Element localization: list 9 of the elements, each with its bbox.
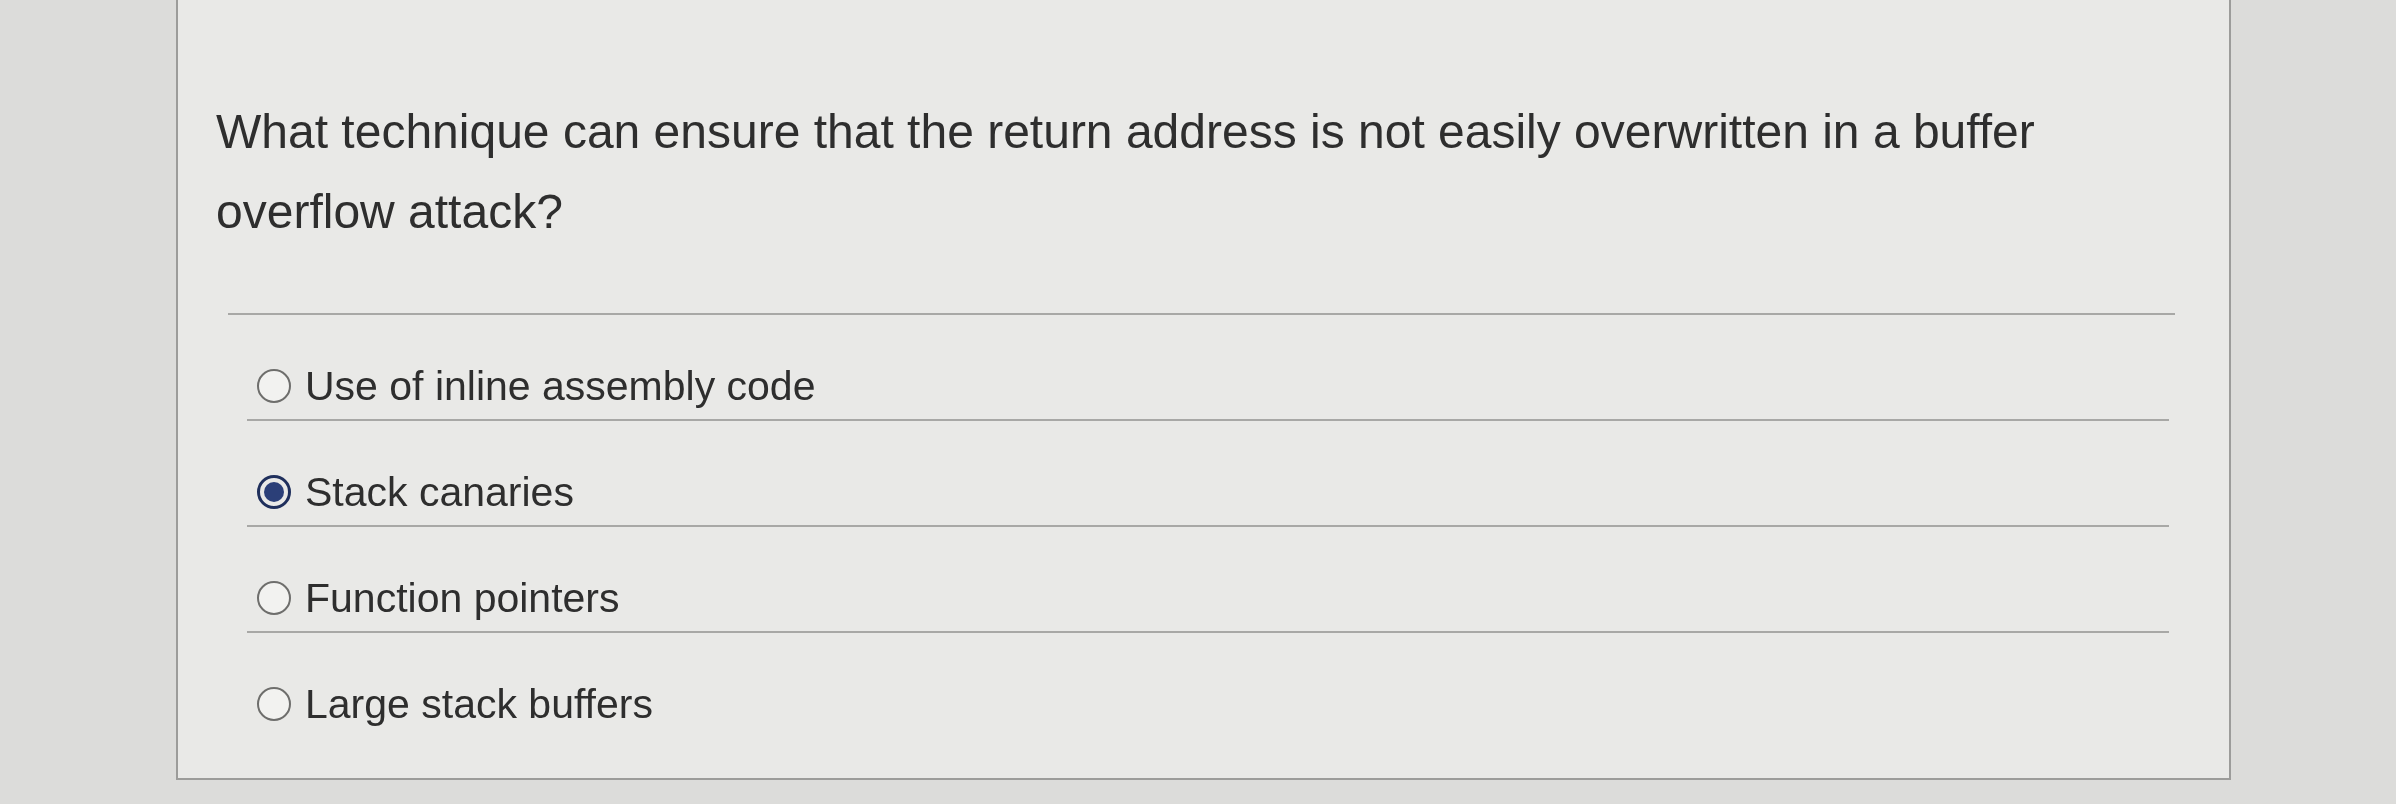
radio-button[interactable]: [257, 581, 291, 615]
option-label[interactable]: Use of inline assembly code: [305, 365, 816, 407]
radio-button[interactable]: [257, 369, 291, 403]
option-label[interactable]: Stack canaries: [305, 471, 574, 513]
option-label[interactable]: Large stack buffers: [305, 683, 653, 725]
option-label[interactable]: Function pointers: [305, 577, 620, 619]
question-text: What technique can ensure that the return address is not easily overwritten in a buffer overflow attack?: [216, 104, 2036, 240]
radio-button[interactable]: [257, 475, 291, 509]
radio-button[interactable]: [257, 687, 291, 721]
